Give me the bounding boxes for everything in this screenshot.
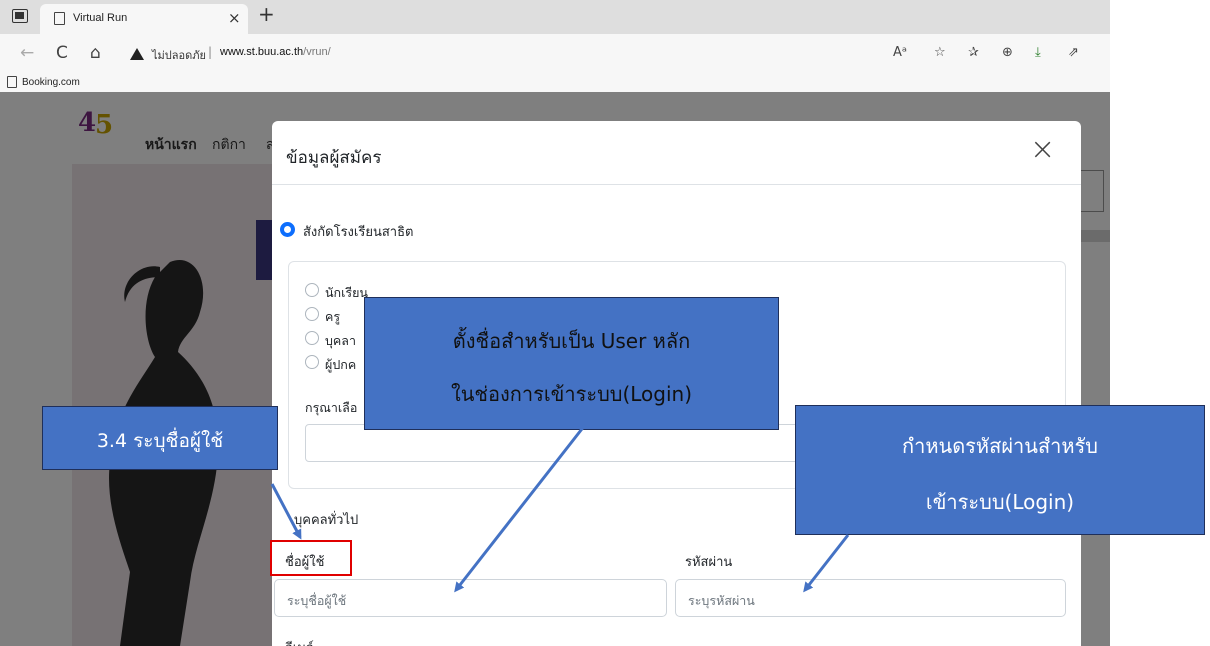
page-icon [54,12,65,25]
step-callout: 3.4 ระบุชื่อผู้ใช้ [42,406,278,470]
role-label-student[interactable]: นักเรียน [325,283,368,303]
url-path: /vrun/ [303,46,331,58]
general-radio-label[interactable]: บุคคลทั่วไป [294,509,358,530]
favorites-list-icon[interactable]: ✰ [968,45,979,60]
modal-header: ข้อมูลผู้สมัคร × [272,121,1081,185]
collections-icon[interactable]: ⊕ [1002,45,1013,60]
share-icon[interactable]: ⇗ [1068,45,1079,60]
browser-tab-bar: Virtual Run × + [0,0,1110,34]
role-label-staff[interactable]: บุคลา [325,331,356,351]
url-field[interactable]: www.st.buu.ac.th/vrun/ [220,46,331,58]
reload-icon[interactable]: C [56,43,68,63]
password-callout: กำหนดรหัสผ่านสำหรับ เข้าระบบ(Login) [795,405,1205,535]
tab-title: Virtual Run [73,12,128,24]
username-highlight [270,540,352,576]
back-icon[interactable]: ← [20,43,34,63]
downloads-icon[interactable]: ⤓ [1035,45,1041,60]
role-radio-student[interactable] [305,283,319,297]
url-separator: | [208,45,213,59]
tab-actions-icon[interactable] [12,9,28,23]
role-radio-staff[interactable] [305,331,319,345]
security-label[interactable]: ไม่ปลอดภัย [152,46,206,64]
username-callout-line1: ตั้งชื่อสำหรับเป็น User หลัก [452,329,691,353]
password-label: รหัสผ่าน [685,555,733,570]
select-label: กรุณาเลือ [305,400,358,415]
affiliation-radio-label[interactable]: สังกัดโรงเรียนสาธิต [303,221,413,242]
password-input[interactable]: ระบุรหัสผ่าน [675,579,1066,617]
email-label: อีเมล์ [285,637,314,646]
read-aloud-icon[interactable]: Aᵃ [893,45,907,60]
affiliation-radio[interactable] [280,222,295,237]
right-margin [1110,0,1210,646]
role-label-parent[interactable]: ผู้ปกค [325,355,356,375]
username-callout-line2: ในช่องการเข้าระบบ(Login) [450,382,693,406]
warning-icon[interactable] [130,48,144,60]
username-callout: ตั้งชื่อสำหรับเป็น User หลัก ในช่องการเข… [364,297,779,430]
role-radio-teacher[interactable] [305,307,319,321]
new-tab-button[interactable]: + [258,4,275,24]
bookmarks-bar: Booking.com [0,74,1110,92]
home-icon[interactable]: ⌂ [90,43,101,63]
password-callout-line1: กำหนดรหัสผ่านสำหรับ [902,434,1098,458]
address-bar: ← C ⌂ ไม่ปลอดภัย | www.st.buu.ac.th/vrun… [0,34,1110,74]
username-input[interactable]: ระบุชื่อผู้ใช้ [274,579,667,617]
bookmark-booking[interactable]: Booking.com [22,77,80,88]
close-icon[interactable]: × [1030,135,1055,165]
url-domain: www.st.buu.ac.th [220,46,304,58]
role-radio-parent[interactable] [305,355,319,369]
tab-virtual-run[interactable]: Virtual Run × [40,4,248,34]
tab-close-icon[interactable]: × [228,9,241,27]
modal-title: ข้อมูลผู้สมัคร [286,148,382,168]
favorite-icon[interactable]: ☆ [934,45,946,60]
role-label-teacher[interactable]: ครู [325,307,340,327]
bookmark-page-icon [7,76,17,88]
password-callout-line2: เข้าระบบ(Login) [925,490,1075,514]
